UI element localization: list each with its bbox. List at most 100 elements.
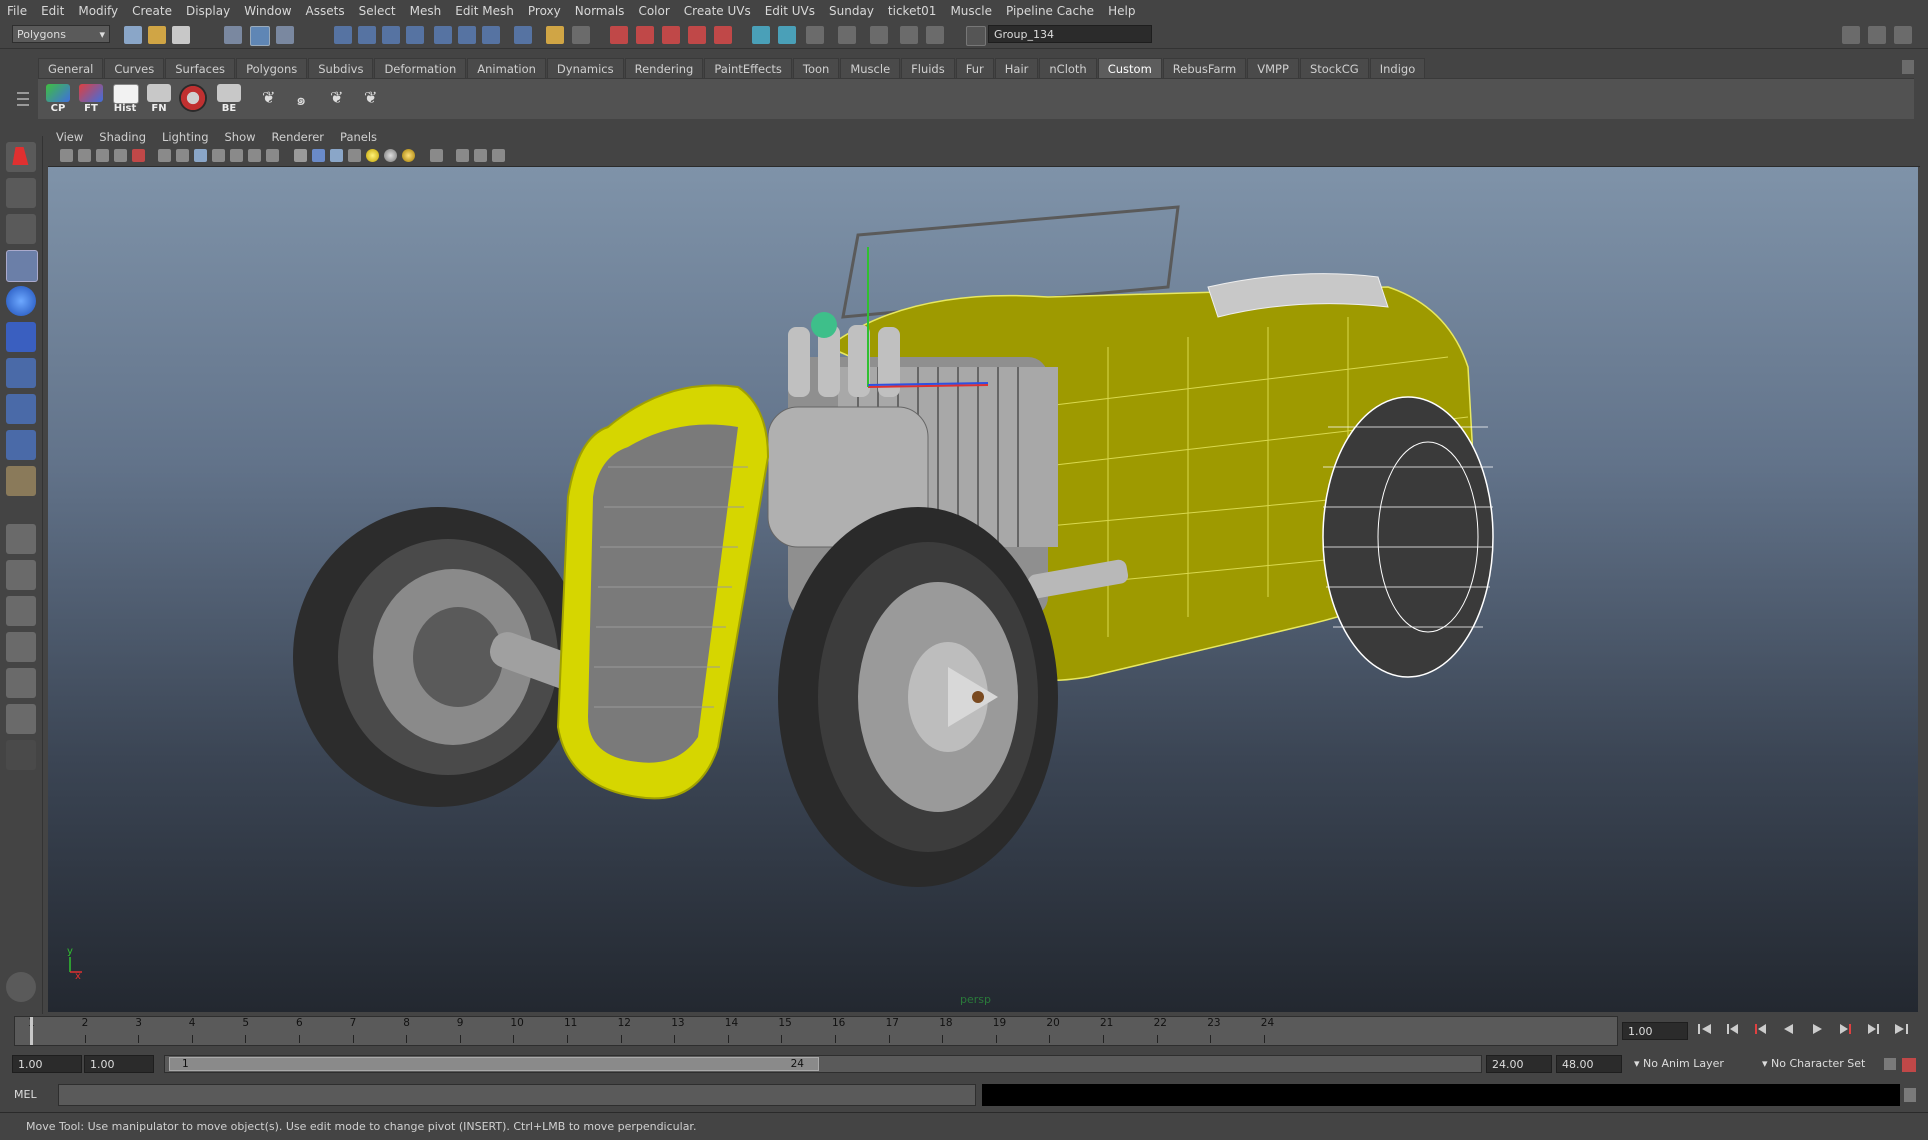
script-editor-icon[interactable] bbox=[900, 26, 918, 44]
menu-modify[interactable]: Modify bbox=[71, 4, 125, 18]
select-hierarchy-icon[interactable] bbox=[224, 26, 242, 44]
shelf-tab-rendering[interactable]: Rendering bbox=[624, 58, 704, 79]
range-slider-track[interactable]: 1 24 bbox=[164, 1055, 1482, 1073]
shelf-tab-deformation[interactable]: Deformation bbox=[374, 58, 467, 79]
animation-end-field[interactable]: 48.00 bbox=[1556, 1055, 1622, 1073]
snap-curve-icon[interactable] bbox=[358, 26, 376, 44]
render-view-icon[interactable] bbox=[714, 26, 732, 44]
shelf-tab-hair[interactable]: Hair bbox=[994, 58, 1039, 79]
command-input[interactable] bbox=[58, 1084, 976, 1106]
shelf-button-ft[interactable]: FT bbox=[76, 82, 106, 116]
shelf-tab-animation[interactable]: Animation bbox=[467, 58, 546, 79]
new-scene-icon[interactable] bbox=[124, 26, 142, 44]
snap-point-icon[interactable] bbox=[382, 26, 400, 44]
scale-tool-icon[interactable] bbox=[6, 322, 36, 352]
image-plane-icon[interactable] bbox=[114, 149, 127, 162]
menu-edit-mesh[interactable]: Edit Mesh bbox=[448, 4, 521, 18]
time-ruler[interactable]: 123456789101112131415161718192021222324 bbox=[14, 1016, 1618, 1046]
camera-attributes-icon[interactable] bbox=[78, 149, 91, 162]
channel-box-icon[interactable] bbox=[778, 26, 796, 44]
menu-pipeline-cache[interactable]: Pipeline Cache bbox=[999, 4, 1101, 18]
shelf-tab-vmpp[interactable]: VMPP bbox=[1247, 58, 1299, 79]
current-frame-field[interactable]: 1.00 bbox=[1622, 1022, 1688, 1040]
universal-manipulator-icon[interactable] bbox=[6, 358, 36, 388]
menu-color[interactable]: Color bbox=[631, 4, 676, 18]
menu-sunday[interactable]: Sunday bbox=[822, 4, 881, 18]
menu-ticket01[interactable]: ticket01 bbox=[881, 4, 944, 18]
select-object-icon[interactable] bbox=[250, 26, 270, 46]
shelf-button-swirl[interactable]: ๑ bbox=[288, 82, 318, 116]
panel-menu-show[interactable]: Show bbox=[217, 130, 264, 144]
gate-mask-icon[interactable] bbox=[212, 149, 225, 162]
menu-help[interactable]: Help bbox=[1101, 4, 1142, 18]
select-tool-icon[interactable] bbox=[6, 142, 36, 172]
single-perspective-layout-icon[interactable] bbox=[6, 524, 36, 554]
shelf-button-cp[interactable]: CP bbox=[43, 82, 73, 116]
lock-icon[interactable] bbox=[546, 26, 564, 44]
shelf-tab-polygons[interactable]: Polygons bbox=[236, 58, 308, 79]
panel-menu-view[interactable]: View bbox=[48, 130, 91, 144]
isolate-select-icon[interactable] bbox=[430, 149, 443, 162]
construction-history-icon[interactable] bbox=[482, 26, 500, 44]
outliner-icon[interactable] bbox=[806, 26, 824, 44]
shelf-tab-rebusfarm[interactable]: RebusFarm bbox=[1162, 58, 1247, 79]
shelf-button-hist[interactable]: Hist bbox=[110, 82, 140, 116]
selection-name-field[interactable]: Group_134 bbox=[988, 25, 1152, 43]
anim-layer-dropdown[interactable]: ▾ No Anim Layer bbox=[1630, 1055, 1760, 1073]
toggle-tool-settings-icon[interactable] bbox=[1868, 26, 1886, 44]
use-all-lights-icon[interactable] bbox=[366, 149, 379, 162]
wireframe-icon[interactable] bbox=[294, 149, 307, 162]
perspective-viewport[interactable]: y x persp bbox=[48, 167, 1918, 1012]
menu-file[interactable]: File bbox=[0, 4, 34, 18]
input-output-icon[interactable] bbox=[572, 26, 590, 44]
step-back-frame-icon[interactable] bbox=[1724, 1022, 1742, 1036]
select-component-icon[interactable] bbox=[276, 26, 294, 44]
character-set-dropdown[interactable]: ▾ No Character Set bbox=[1758, 1055, 1898, 1073]
shelf-tab-surfaces[interactable]: Surfaces bbox=[165, 58, 236, 79]
xray-components-icon[interactable] bbox=[492, 149, 505, 162]
shelf-tab-ncloth[interactable]: nCloth bbox=[1039, 58, 1097, 79]
menu-proxy[interactable]: Proxy bbox=[521, 4, 568, 18]
toggle-channel-box-icon[interactable] bbox=[1894, 26, 1912, 44]
layout-options-icon[interactable] bbox=[6, 740, 36, 770]
step-forward-frame-icon[interactable] bbox=[1864, 1022, 1882, 1036]
attribute-editor-icon[interactable] bbox=[752, 26, 770, 44]
select-camera-icon[interactable] bbox=[60, 149, 73, 162]
current-time-indicator[interactable] bbox=[30, 1017, 33, 1045]
paint-select-tool-icon[interactable] bbox=[6, 214, 36, 244]
menu-display[interactable]: Display bbox=[179, 4, 237, 18]
menu-window[interactable]: Window bbox=[237, 4, 298, 18]
command-language-toggle[interactable]: MEL bbox=[14, 1087, 54, 1103]
shelf-tab-fur[interactable]: Fur bbox=[955, 58, 994, 79]
lasso-tool-icon[interactable] bbox=[6, 178, 36, 208]
menu-assets[interactable]: Assets bbox=[299, 4, 352, 18]
playback-end-field[interactable]: 24.00 bbox=[1486, 1055, 1552, 1073]
xray-joints-icon[interactable] bbox=[474, 149, 487, 162]
snap-surface-icon[interactable] bbox=[434, 26, 452, 44]
shelf-button-leaf-3[interactable]: ❦ bbox=[356, 82, 386, 116]
safe-action-icon[interactable] bbox=[248, 149, 261, 162]
menu-mesh[interactable]: Mesh bbox=[403, 4, 449, 18]
menu-muscle[interactable]: Muscle bbox=[943, 4, 999, 18]
last-tool-icon[interactable] bbox=[6, 466, 36, 496]
snap-live-icon[interactable] bbox=[458, 26, 476, 44]
shelf-button-leaf-1[interactable]: ❦ bbox=[254, 82, 284, 116]
shadows-icon[interactable] bbox=[384, 149, 397, 162]
step-forward-key-icon[interactable] bbox=[1836, 1022, 1854, 1036]
graph-hypershade-layout-icon[interactable] bbox=[6, 704, 36, 734]
animation-start-field[interactable]: 1.00 bbox=[12, 1055, 82, 1073]
menu-edit-uvs[interactable]: Edit UVs bbox=[758, 4, 822, 18]
resolution-gate-icon[interactable] bbox=[194, 149, 207, 162]
help-icon[interactable] bbox=[514, 26, 532, 44]
safe-title-icon[interactable] bbox=[266, 149, 279, 162]
soft-modification-icon[interactable] bbox=[6, 394, 36, 424]
rename-mode-icon[interactable] bbox=[966, 26, 986, 46]
panel-menu-renderer[interactable]: Renderer bbox=[264, 130, 333, 144]
panel-menu-lighting[interactable]: Lighting bbox=[154, 130, 216, 144]
menu-create-uvs[interactable]: Create UVs bbox=[677, 4, 758, 18]
auto-key-icon[interactable] bbox=[1884, 1058, 1896, 1070]
persp-outliner-layout-icon[interactable] bbox=[6, 596, 36, 626]
shelf-tab-toon[interactable]: Toon bbox=[792, 58, 840, 79]
go-to-start-icon[interactable] bbox=[1696, 1022, 1714, 1036]
graph-editor-icon[interactable] bbox=[838, 26, 856, 44]
